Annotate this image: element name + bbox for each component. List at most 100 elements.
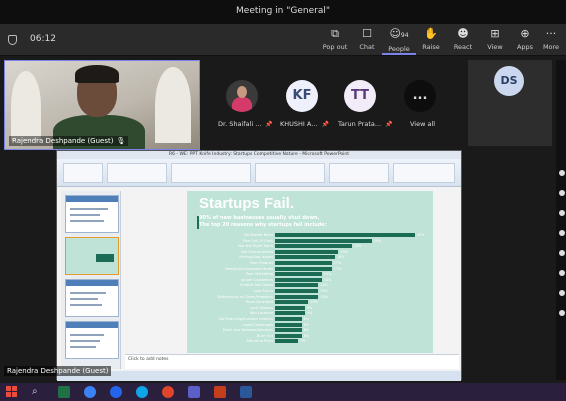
view-all-label[interactable]: View all [410,120,435,128]
chart-bar-row: Pivot Gone Bad 10% [187,300,433,305]
self-tile-name: Rajendra Deshpande (Guest) 🎙 [9,136,129,146]
chart-value-label: 13% [320,283,328,288]
chart-value-label: 8% [303,333,310,338]
ppt-ribbon [57,159,461,187]
chart-category-label: Ignore Customers [241,277,273,282]
chart-bar [275,272,322,277]
list-item [559,290,565,296]
chart-value-label: 14% [323,272,332,277]
pin-icon: 📌 [385,121,393,128]
chart-value-label: 17% [333,261,342,265]
chart-bar-row: Poor Product 17% [187,261,433,266]
people-button[interactable]: ☺94 People [382,27,416,55]
chart-bar-row: Not the Right Team 23% [187,244,433,249]
chart-bar [275,266,332,271]
windows-start-icon[interactable] [6,386,18,398]
chart-category-label: No Financing/Investor Interest [219,317,273,321]
view-icon: ⊞ [490,27,500,40]
list-item [559,310,565,316]
view-all-avatar[interactable]: ... [404,80,436,112]
edge-icon[interactable] [84,386,96,398]
current-slide: Startups Fail. 90% of new businesses usu… [187,191,433,353]
react-button[interactable]: ☻ React [446,27,480,55]
chart-category-label: Poor Marketing [246,272,273,277]
view-button[interactable]: ⊞ View [478,27,512,55]
chart-bar [275,277,322,282]
word-icon[interactable] [240,386,252,398]
chart-bar [275,261,332,265]
notes-pane[interactable]: Click to add notes [125,354,459,369]
chart-bar-row: No Market Need 42% [187,233,433,238]
chart-bar [275,238,372,243]
chart-value-label: 19% [340,249,348,254]
chart-category-label: Product Mis-Timed [240,283,273,288]
raise-hand-icon: ✋ [424,27,438,40]
chart-bar-row: Poor Marketing 14% [187,272,433,277]
ribbon-group [329,163,389,183]
background-arch [155,67,191,143]
person-hair [75,65,119,83]
search-icon[interactable]: ⌕ [32,386,44,398]
background-arch [11,71,41,141]
slide-thumbnail [65,321,119,359]
raise-hand-button[interactable]: ✋ Raise [414,27,448,55]
participant-tile-ds[interactable]: DS [468,60,552,146]
chart-value-label: 18% [337,255,345,260]
list-item [559,250,565,256]
slide-thumbnail [65,279,119,317]
side-panel-edge[interactable] [556,60,566,380]
excel-icon[interactable] [58,386,70,398]
chart-category-label: Lack Passion [250,305,273,310]
chart-bar [275,339,299,344]
chart-bar-row: Lack Passion 9% [187,305,433,311]
screen-share[interactable]: R6 - WE: PPT Knife Industry: Startups Co… [56,150,462,381]
chart-bar [275,311,305,316]
chart-value-label: 8% [303,317,310,321]
window-title-bar: Meeting in "General" [0,0,566,24]
chart-category-label: Not the Right Team [238,244,273,249]
chart-bar [275,289,319,293]
chart-value-label: 42% [417,233,425,237]
chart-bar-row: Lose Focus 13% [187,289,433,294]
chat-icon: ☐ [362,27,372,40]
participant-avatar-photo[interactable] [226,80,258,112]
chart-bar [275,300,309,305]
slide-title: Startups Fail. [199,195,295,212]
list-item [559,210,565,216]
chart-value-label: 10% [310,300,318,305]
more-button[interactable]: ··· More [536,27,566,55]
participant-name: Dr. Shaifali ... 📌 [218,120,273,128]
chart-category-label: Burn Out [256,333,273,338]
chart-bar-row: Legal Challenges 8% [187,322,433,328]
chart-category-label: Poor Product [250,261,273,265]
chart-bar-row: Ran Out Of Cash 29% [187,238,433,244]
chart-bar-row: Product Mis-Timed 13% [187,283,433,288]
chart-bar-row: Pricing/Cost Issues 18% [187,255,433,260]
slide-subtitle: 90% of new businesses usually shut down.… [199,215,327,228]
teams-icon[interactable] [188,386,200,398]
chart-bar [275,294,319,299]
ppt-status-bar [57,371,461,381]
chart-category-label: Pricing/Cost Issues [239,255,273,260]
edge-alt-icon[interactable] [136,386,148,398]
ribbon-group [171,163,251,183]
slide-thumbnails [61,191,121,369]
powerpoint-icon[interactable] [214,386,226,398]
chart-category-label: Bad Location [249,311,273,316]
self-video-tile[interactable]: Rajendra Deshpande (Guest) 🎙 [4,60,200,150]
browser-icon[interactable] [110,386,122,398]
chrome-icon[interactable] [162,386,174,398]
chart-category-label: Pivot Gone Bad [245,300,273,305]
chat-button[interactable]: ☐ Chat [350,27,384,55]
pop-out-button[interactable]: ⧉ Pop out [318,27,352,55]
chart-category-label: Legal Challenges [242,322,273,327]
participant-avatar-tt[interactable]: TT [344,80,376,112]
list-item [559,170,565,176]
list-item [559,190,565,196]
react-icon: ☻ [457,27,469,40]
list-item [559,270,565,276]
participant-avatar-kf[interactable]: KF [286,80,318,112]
people-icon: ☺94 [389,27,409,40]
chart-bar [275,244,352,249]
chart-bar [275,255,335,260]
